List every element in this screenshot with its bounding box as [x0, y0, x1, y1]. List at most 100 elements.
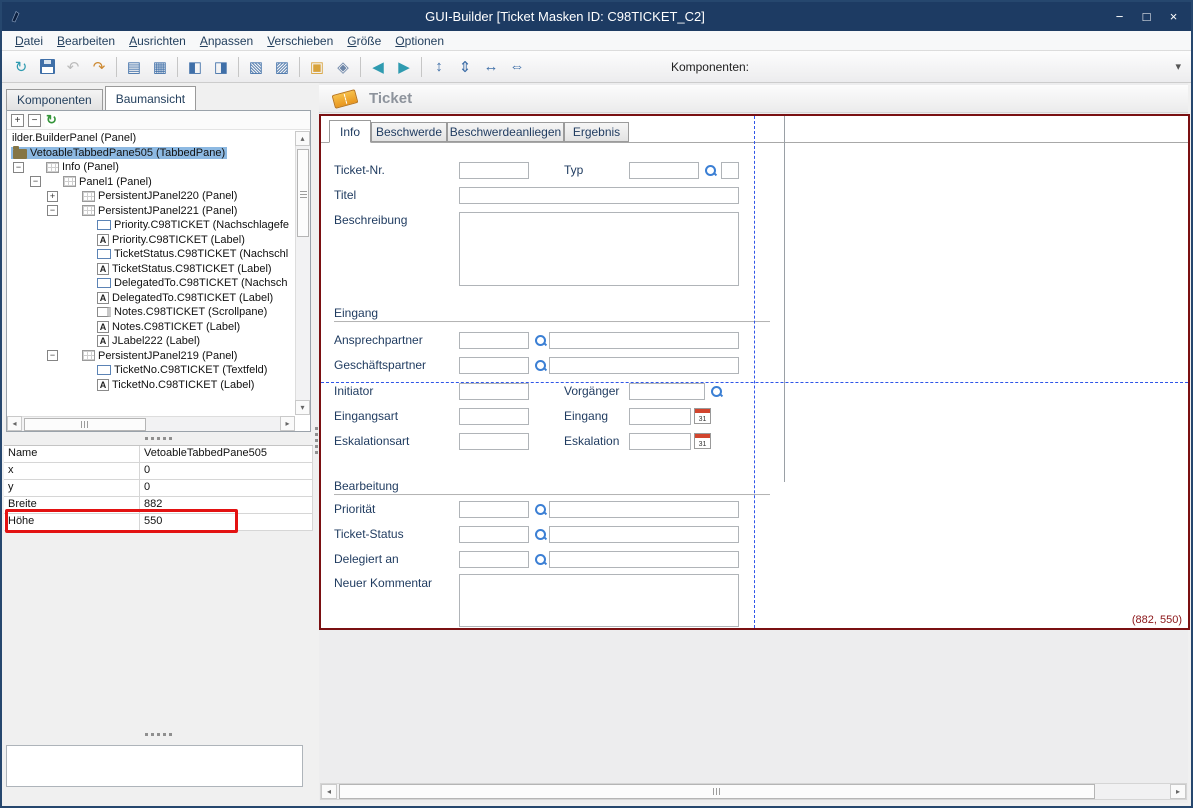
tree-horizontal-scrollbar[interactable]: ◂ ▸	[7, 416, 295, 431]
ticket-nr-input[interactable]	[459, 162, 529, 179]
tab-beschwerde[interactable]: Beschwerde	[371, 122, 447, 142]
align-right-icon[interactable]: ◨	[208, 54, 234, 79]
grid-view-icon[interactable]: ▦	[147, 54, 173, 79]
design-canvas[interactable]: Info Beschwerde Beschwerdeanliegen Ergeb…	[319, 114, 1190, 630]
menu-bearbeiten[interactable]: Bearbeiten	[50, 32, 122, 50]
undo-icon[interactable]: ↶	[60, 54, 86, 79]
ansprechpartner-label[interactable]: Ansprechpartner	[334, 332, 423, 348]
ansprechpartner-name-input[interactable]	[549, 332, 739, 349]
tree-item[interactable]: ANotes.C98TICKET (Label)	[8, 320, 294, 335]
shield-icon[interactable]: ◈	[330, 54, 356, 79]
prioritaet-input[interactable]	[459, 501, 529, 518]
vorgaenger-label[interactable]: Vorgänger	[564, 383, 619, 399]
tree-item[interactable]: DelegatedTo.C98TICKET (Nachsch	[8, 276, 294, 291]
maximize-button[interactable]: □	[1133, 6, 1160, 27]
eingangsart-label[interactable]: Eingangsart	[334, 408, 398, 424]
menu-anpassen[interactable]: Anpassen	[193, 32, 260, 50]
scroll-left-button[interactable]: ◂	[321, 784, 337, 799]
prioritaet-lookup-icon[interactable]	[534, 503, 547, 516]
menu-ausrichten[interactable]: Ausrichten	[122, 32, 193, 50]
scrollbar-thumb[interactable]	[339, 784, 1095, 799]
size-width-icon[interactable]: ↔	[478, 54, 504, 79]
tree-item-selected[interactable]: VetoableTabbedPane505 (TabbedPane)	[8, 146, 294, 161]
scroll-down-button[interactable]: ▾	[295, 400, 310, 415]
eingang-date-input[interactable]	[629, 408, 691, 425]
scrollbar-thumb[interactable]	[24, 418, 146, 431]
scroll-right-button[interactable]: ▸	[1170, 784, 1186, 799]
tree-item[interactable]: TicketNo.C98TICKET (Textfeld)	[8, 363, 294, 378]
eingang-label[interactable]: Eingang	[564, 408, 608, 424]
menu-groesse[interactable]: Größe	[340, 32, 388, 50]
eingangsart-input[interactable]	[459, 408, 529, 425]
tree-item[interactable]: − Panel1 (Panel)	[8, 175, 294, 190]
tree-item[interactable]: APriority.C98TICKET (Label)	[8, 233, 294, 248]
typ-input[interactable]	[629, 162, 699, 179]
delegiert-an-text-input[interactable]	[549, 551, 739, 568]
delegiert-an-input[interactable]	[459, 551, 529, 568]
typ-extra-input[interactable]	[721, 162, 739, 179]
ticket-status-text-input[interactable]	[549, 526, 739, 543]
tab-order-icon[interactable]: ▤	[121, 54, 147, 79]
property-value[interactable]: 550	[140, 514, 313, 531]
eskalation-date-input[interactable]	[629, 433, 691, 450]
scroll-left-button[interactable]: ◂	[7, 416, 22, 431]
ticket-status-lookup-icon[interactable]	[534, 528, 547, 541]
vorgaenger-lookup-icon[interactable]	[710, 385, 723, 398]
menu-verschieben[interactable]: Verschieben	[260, 32, 340, 50]
expand-all-button[interactable]: +	[11, 114, 24, 127]
tree-toggle[interactable]: −	[13, 162, 24, 173]
initiator-input[interactable]	[459, 383, 529, 400]
scroll-right-button[interactable]: ▸	[280, 416, 295, 431]
tab-info[interactable]: Info	[329, 120, 371, 143]
tree-item[interactable]: ATicketNo.C98TICKET (Label)	[8, 378, 294, 393]
typ-label[interactable]: Typ	[564, 162, 583, 178]
tree-item[interactable]: Notes.C98TICKET (Scrollpane)	[8, 305, 294, 320]
align-bottom-icon[interactable]: ▨	[269, 54, 295, 79]
size-height-icon[interactable]: ↕	[426, 54, 452, 79]
ticket-status-input[interactable]	[459, 526, 529, 543]
delegiert-an-label[interactable]: Delegiert an	[334, 551, 399, 567]
tab-ergebnis[interactable]: Ergebnis	[564, 122, 629, 142]
tree-toggle[interactable]: −	[30, 176, 41, 187]
property-value[interactable]: 882	[140, 497, 313, 514]
tree-item[interactable]: ADelegatedTo.C98TICKET (Label)	[8, 291, 294, 306]
vorgaenger-input[interactable]	[629, 383, 705, 400]
tree-toggle[interactable]: +	[47, 191, 58, 202]
beschreibung-textarea[interactable]	[459, 212, 739, 286]
ansprechpartner-lookup-icon[interactable]	[534, 334, 547, 347]
redo-icon[interactable]: ↷	[86, 54, 112, 79]
property-value[interactable]: 0	[140, 480, 313, 497]
eskalationsart-label[interactable]: Eskalationsart	[334, 433, 409, 449]
minimize-button[interactable]: −	[1106, 6, 1133, 27]
menu-datei[interactable]: Datei	[8, 32, 50, 50]
prioritaet-label[interactable]: Priorität	[334, 501, 375, 517]
tab-baumansicht[interactable]: Baumansicht	[105, 86, 196, 110]
copy-component-icon[interactable]: ▣	[304, 54, 330, 79]
property-value[interactable]: 0	[140, 463, 313, 480]
tree-item[interactable]: − PersistentJPanel221 (Panel)	[8, 204, 294, 219]
tree-item[interactable]: − PersistentJPanel219 (Panel)	[8, 349, 294, 364]
tree-item[interactable]: + PersistentJPanel220 (Panel)	[8, 189, 294, 204]
save-icon[interactable]	[34, 54, 60, 79]
horizontal-splitter[interactable]	[4, 733, 313, 736]
komponenten-dropdown[interactable]: ▾	[749, 56, 1185, 78]
tree-item[interactable]: Priority.C98TICKET (Nachschlagefe	[8, 218, 294, 233]
titel-label[interactable]: Titel	[334, 187, 356, 203]
tree-refresh-icon[interactable]: ↻	[45, 114, 58, 127]
align-left-icon[interactable]: ◧	[182, 54, 208, 79]
eskalationsart-input[interactable]	[459, 433, 529, 450]
ticket-nr-label[interactable]: Ticket-Nr.	[334, 162, 385, 178]
delegiert-an-lookup-icon[interactable]	[534, 553, 547, 566]
move-right-icon[interactable]: ▶	[391, 54, 417, 79]
geschaeftspartner-input[interactable]	[459, 357, 529, 374]
ansprechpartner-input[interactable]	[459, 332, 529, 349]
tree-vertical-scrollbar[interactable]: ▴ ▾	[295, 131, 310, 415]
collapse-all-button[interactable]: −	[28, 114, 41, 127]
tree-item[interactable]: AJLabel222 (Label)	[8, 334, 294, 349]
eingang-calendar-icon[interactable]: 31	[694, 408, 711, 424]
menu-optionen[interactable]: Optionen	[388, 32, 451, 50]
eskalation-calendar-icon[interactable]: 31	[694, 433, 711, 449]
geschaeftspartner-lookup-icon[interactable]	[534, 359, 547, 372]
move-left-icon[interactable]: ◀	[365, 54, 391, 79]
tree-item[interactable]: ilder.BuilderPanel (Panel)	[8, 131, 294, 146]
